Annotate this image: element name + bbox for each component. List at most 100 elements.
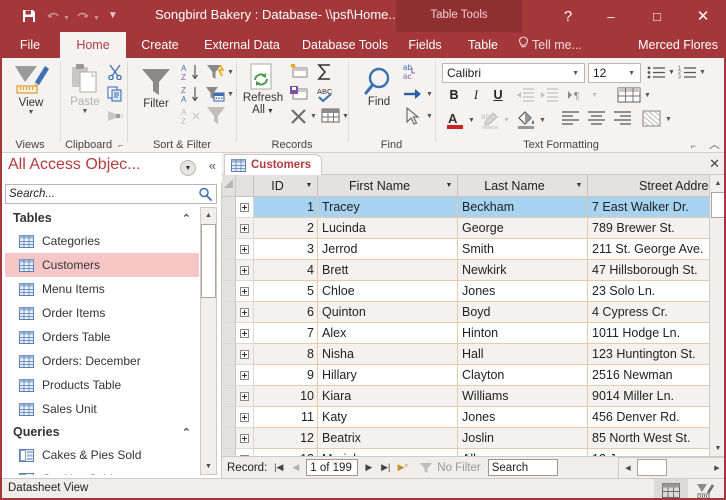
bold-button[interactable]: B (444, 85, 464, 105)
user-account-name[interactable]: Merced Flores (638, 32, 718, 58)
record-selector[interactable] (222, 323, 236, 344)
expand-subdatasheet-cell[interactable] (236, 281, 254, 302)
scroll-up-icon[interactable]: ▲ (201, 208, 216, 223)
sidebar-item-order-items[interactable]: Order Items (5, 301, 199, 325)
cell-last-name[interactable]: Williams (458, 386, 588, 407)
bullets-button[interactable] (645, 62, 667, 82)
expand-subdatasheet-cell[interactable] (236, 386, 254, 407)
align-right-button[interactable] (610, 108, 634, 128)
document-tab-customers[interactable]: Customers (224, 154, 322, 175)
filter-button[interactable]: Filter (132, 66, 180, 110)
cell-first-name[interactable]: Katy (318, 407, 458, 428)
replace-button[interactable]: abac (401, 61, 427, 81)
minimize-button[interactable]: – (588, 0, 634, 32)
record-selector[interactable] (222, 302, 236, 323)
table-row[interactable]: 11 Katy Jones 456 Denver Rd. (222, 407, 726, 428)
sidebar-item-customers[interactable]: Customers (5, 253, 199, 277)
undo-icon[interactable] (42, 4, 64, 28)
nav-group-tables[interactable]: Tables ⌃ (5, 207, 199, 229)
cell-first-name[interactable]: Brett (318, 260, 458, 281)
record-selector[interactable] (222, 428, 236, 449)
table-row[interactable]: 13 Mariah Allen 12 Jupe (222, 449, 726, 456)
record-selector[interactable] (222, 344, 236, 365)
column-header-street-address[interactable]: Street Address (588, 175, 726, 197)
cell-street-address[interactable]: 9014 Miller Ln. (588, 386, 726, 407)
datasheet-view-icon[interactable] (654, 479, 688, 500)
cell-id[interactable]: 5 (254, 281, 318, 302)
cell-id[interactable]: 4 (254, 260, 318, 281)
close-object-icon[interactable]: ✕ (709, 156, 720, 172)
nav-pane-menu-icon[interactable]: ▼ (180, 160, 196, 176)
nav-group-queries[interactable]: Queries ⌃ (5, 421, 199, 443)
chevron-down-icon[interactable]: ▼ (301, 182, 317, 189)
plus-icon[interactable] (240, 287, 249, 296)
record-selector[interactable] (222, 197, 236, 218)
help-button[interactable]: ? (548, 0, 588, 32)
view-button[interactable]: View ▼ (8, 62, 54, 116)
tab-external-data[interactable]: External Data (192, 32, 292, 58)
cell-first-name[interactable]: Lucinda (318, 218, 458, 239)
close-button[interactable]: ✕ (680, 0, 726, 32)
cell-last-name[interactable]: Hinton (458, 323, 588, 344)
table-row[interactable]: 12 Beatrix Joslin 85 North West St. (222, 428, 726, 449)
cell-street-address[interactable]: 23 Solo Ln. (588, 281, 726, 302)
record-selector[interactable] (222, 449, 236, 456)
refresh-dropdown-icon[interactable]: ▼ (265, 108, 274, 115)
cell-last-name[interactable]: Allen (458, 449, 588, 456)
tab-fields[interactable]: Fields (398, 32, 452, 58)
new-blank-record-icon[interactable]: ▶* (394, 458, 411, 478)
font-size-dropdown-icon[interactable]: ▼ (628, 70, 640, 77)
more-records-button[interactable] (319, 106, 341, 126)
shutter-bar-collapse-icon[interactable]: « (209, 158, 216, 173)
select-button[interactable] (401, 106, 425, 126)
go-to-button[interactable] (401, 84, 425, 104)
select-dropdown-icon[interactable]: ▼ (425, 112, 434, 120)
cell-last-name[interactable]: Joslin (458, 428, 588, 449)
cell-id[interactable]: 11 (254, 407, 318, 428)
spelling-button[interactable]: ABC (313, 84, 337, 104)
cell-last-name[interactable]: Smith (458, 239, 588, 260)
cell-first-name[interactable]: Alex (318, 323, 458, 344)
current-record-box[interactable]: 1 of 199 (306, 459, 358, 476)
text-formatting-dialog-launcher-icon[interactable]: ⌐ (691, 141, 696, 151)
go-first-record-icon[interactable]: |◀ (270, 458, 287, 478)
tab-home[interactable]: Home (60, 32, 126, 58)
column-header-last-name[interactable]: Last Name ▼ (458, 175, 588, 197)
sidebar-item-orders-december[interactable]: Orders: December (5, 349, 199, 373)
expand-subdatasheet-cell[interactable] (236, 449, 254, 456)
expand-subdatasheet-cell[interactable] (236, 218, 254, 239)
format-painter-button[interactable] (105, 106, 125, 126)
bullets-dropdown-icon[interactable]: ▼ (667, 68, 676, 76)
chevron-up-icon[interactable]: ⌃ (182, 426, 191, 439)
advanced-filter-button[interactable] (204, 84, 226, 104)
sidebar-item-menu-items[interactable]: Menu Items (5, 277, 199, 301)
view-dropdown-icon[interactable]: ▼ (8, 110, 54, 116)
scroll-down-icon[interactable]: ▼ (201, 459, 216, 474)
expand-subdatasheet-cell[interactable] (236, 302, 254, 323)
copy-button[interactable] (105, 84, 125, 104)
underline-button[interactable]: U (488, 85, 508, 105)
go-previous-record-icon[interactable]: ◀ (287, 458, 304, 478)
collapse-ribbon-icon[interactable]: ︿ (709, 136, 720, 152)
table-row[interactable]: 7 Alex Hinton 1011 Hodge Ln. (222, 323, 726, 344)
cell-street-address[interactable]: 12 Jupe (588, 449, 726, 456)
redo-dropdown-icon[interactable]: ▼ (93, 15, 100, 28)
highlight-dropdown-icon[interactable]: ▼ (502, 116, 511, 124)
column-header-first-name[interactable]: First Name ▼ (318, 175, 458, 197)
tab-table[interactable]: Table (456, 32, 510, 58)
cell-id[interactable]: 9 (254, 365, 318, 386)
customize-quick-access-icon[interactable]: ▼ (102, 4, 124, 28)
record-search-input[interactable]: Search (488, 459, 558, 476)
cell-first-name[interactable]: Quinton (318, 302, 458, 323)
sidebar-item-orders-table[interactable]: Orders Table (5, 325, 199, 349)
cell-id[interactable]: 10 (254, 386, 318, 407)
italic-button[interactable]: I (466, 85, 486, 105)
plus-icon[interactable] (240, 434, 249, 443)
refresh-all-button[interactable]: Refresh All ▼ (239, 62, 287, 116)
sort-ascending-button[interactable]: AZ (180, 62, 202, 82)
save-icon[interactable] (18, 4, 40, 28)
cell-last-name[interactable]: Jones (458, 281, 588, 302)
go-next-record-icon[interactable]: ▶ (360, 458, 377, 478)
scrollbar-thumb[interactable] (711, 192, 726, 218)
dialog-launcher-icon[interactable]: ⌐ (118, 141, 123, 150)
